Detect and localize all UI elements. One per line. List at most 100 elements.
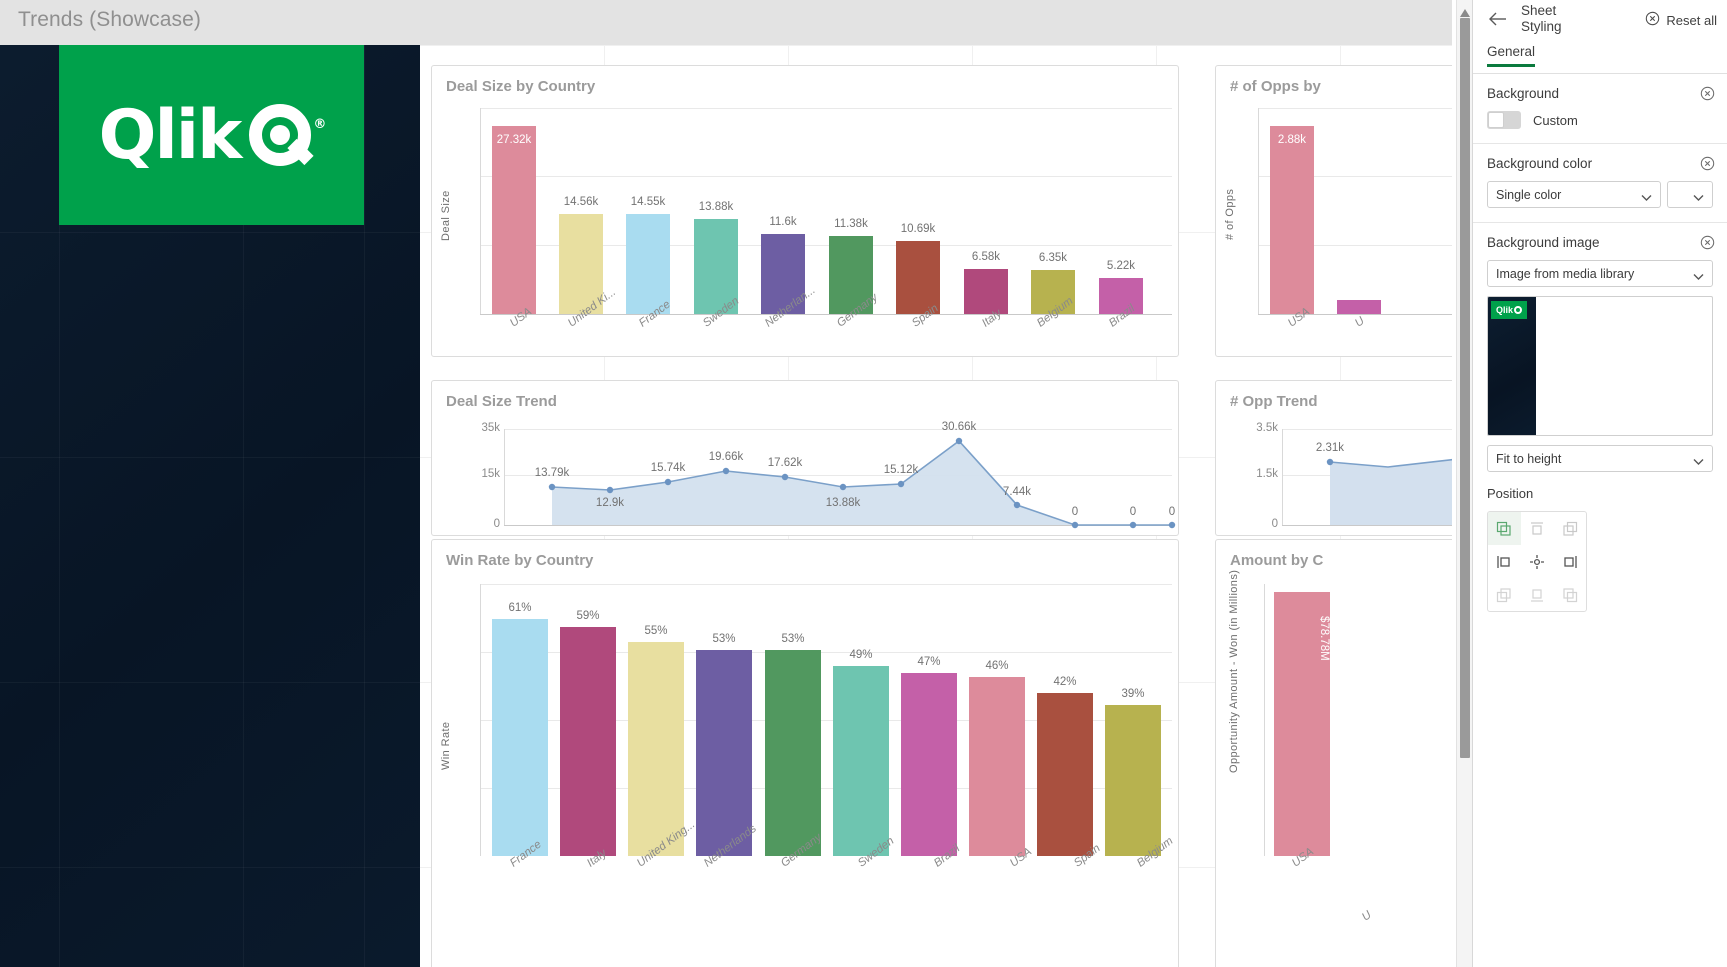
- bar-brazil[interactable]: [901, 673, 957, 856]
- bar-italy[interactable]: [560, 627, 616, 856]
- position-bottom-left[interactable]: [1488, 578, 1521, 611]
- bar-usa[interactable]: [969, 677, 1025, 856]
- point-value-label: 15.12k: [883, 464, 919, 476]
- point-value-label: 12.9k: [595, 497, 625, 509]
- bar-netherlands[interactable]: [696, 650, 752, 856]
- plot-area: 35k 15k 0 13.79k 12.9k 15.74k 19.66k 17.…: [480, 421, 1175, 530]
- sheet-title-bar: Trends (Showcase): [0, 0, 1452, 45]
- background-image-size-value: Fit to height: [1496, 451, 1562, 466]
- chevron-down-icon: [1641, 191, 1652, 205]
- bar-value-label: 59%: [576, 610, 600, 622]
- position-top-left[interactable]: [1488, 512, 1521, 545]
- bar-usa[interactable]: [492, 126, 536, 314]
- plot-area: 61% 59% 55% 53% 53% 49% 47% 46% 42% 39% …: [480, 584, 1175, 870]
- reset-background-icon[interactable]: [1700, 86, 1715, 101]
- section-background-color: Background color Single color: [1473, 144, 1727, 223]
- scrollbar-thumb[interactable]: [1460, 18, 1470, 758]
- background-image-preview[interactable]: Qlik: [1487, 296, 1713, 436]
- tab-general-label: General: [1487, 44, 1536, 59]
- sheet-background-image: Qlik ®: [0, 45, 420, 967]
- background-image-source-value: Image from media library: [1496, 266, 1635, 281]
- preview-logo-text: Qlik: [1495, 305, 1513, 315]
- chart-deal-size-by-country[interactable]: Deal Size by Country Deal Size 27.32k 14…: [431, 65, 1179, 357]
- background-image-size-select[interactable]: Fit to height: [1487, 445, 1713, 472]
- back-arrow-icon[interactable]: [1487, 8, 1509, 30]
- position-bottom-right[interactable]: [1553, 578, 1586, 611]
- qlik-logo: Qlik ®: [59, 45, 364, 225]
- chart-title: # of Opps by: [1230, 78, 1321, 95]
- chart-num-opps-by-country[interactable]: # of Opps by # of Opps 2.88k USA U: [1215, 65, 1452, 357]
- bar-italy[interactable]: [964, 269, 1008, 314]
- x-axis-label: U: [1360, 908, 1374, 924]
- section-background-label: Background: [1487, 86, 1560, 101]
- reset-all-button[interactable]: Reset all: [1645, 11, 1717, 29]
- section-background-image: Background image Image from media librar…: [1473, 223, 1727, 626]
- image-position-grid: [1487, 511, 1587, 612]
- section-background: Background Custom: [1473, 74, 1727, 144]
- position-top-right[interactable]: [1553, 512, 1586, 545]
- position-label: Position: [1487, 486, 1534, 501]
- bar-spain[interactable]: [1037, 693, 1093, 856]
- position-center[interactable]: [1521, 545, 1554, 578]
- point-value-label: 2.31k: [1315, 442, 1345, 454]
- bar-value-label: 11.38k: [834, 218, 868, 230]
- position-middle-right[interactable]: [1553, 545, 1586, 578]
- position-bottom-center[interactable]: [1521, 578, 1554, 611]
- chart-title: Deal Size Trend: [446, 393, 557, 410]
- bar-value-label: 11.6k: [769, 216, 797, 228]
- bar-value-label: $78.78M: [1318, 615, 1330, 661]
- bar-value-label: 27.32k: [496, 134, 532, 146]
- x-axis-label: U: [1353, 314, 1367, 330]
- chart-win-rate-by-country[interactable]: Win Rate by Country Win Rate 61% 59% 55%…: [431, 539, 1179, 967]
- background-color-swatch-select[interactable]: [1667, 181, 1713, 208]
- chart-deal-size-trend[interactable]: Deal Size Trend 35k 15k 0 13.79k 12.9k 1…: [431, 380, 1179, 536]
- reset-background-image-icon[interactable]: [1700, 235, 1715, 250]
- plot-area: 27.32k 14.56k 14.55k 13.88k 11.6k 11.38k…: [480, 108, 1172, 330]
- bar-usa[interactable]: [1270, 126, 1314, 314]
- bar-united-kingdom[interactable]: [628, 642, 684, 856]
- background-image-source-select[interactable]: Image from media library: [1487, 260, 1713, 287]
- bar-value-label: 14.55k: [630, 196, 666, 208]
- panel-title: Sheet Styling: [1521, 3, 1611, 35]
- point-value-label: 13.79k: [534, 467, 570, 479]
- section-background-color-label: Background color: [1487, 156, 1593, 171]
- bar-value-label: 53%: [781, 633, 805, 645]
- position-middle-left[interactable]: [1488, 545, 1521, 578]
- plot-area: 3.5k 1.5k 0 2.31k: [1256, 422, 1452, 530]
- page-title: Trends (Showcase): [18, 8, 201, 31]
- qlik-logo-text: Qlik: [98, 95, 243, 175]
- y-axis-title: Deal Size: [440, 190, 452, 241]
- reset-background-color-icon[interactable]: [1700, 156, 1715, 171]
- bar-sweden[interactable]: [833, 666, 889, 856]
- point-value-label: 17.62k: [767, 457, 803, 469]
- bar-value-label: 6.58k: [971, 251, 1001, 263]
- bar-value-label: 39%: [1121, 688, 1145, 700]
- bar-value-label: 6.35k: [1038, 252, 1068, 264]
- chart-amount-by-country[interactable]: Amount by C Opportunity Amount - Won (in…: [1215, 539, 1452, 967]
- position-top-center[interactable]: [1521, 512, 1554, 545]
- background-color-mode-select[interactable]: Single color: [1487, 181, 1661, 208]
- chart-num-opp-trend[interactable]: # Opp Trend 3.5k 1.5k 0 2.31k: [1215, 380, 1452, 536]
- y-axis-title: # of Opps: [1224, 188, 1236, 240]
- bar-belgium[interactable]: [1105, 705, 1161, 856]
- sheet-canvas: Qlik ® Deal Size by Country Deal Size 27…: [0, 45, 1452, 967]
- chevron-down-icon: [1693, 455, 1704, 469]
- bar-value-label: 42%: [1053, 676, 1077, 688]
- bar-value-label: 13.88k: [698, 201, 734, 213]
- custom-background-toggle[interactable]: [1487, 111, 1521, 129]
- section-background-image-label: Background image: [1487, 235, 1600, 250]
- tab-general[interactable]: General: [1487, 44, 1536, 67]
- vertical-scrollbar[interactable]: [1456, 0, 1472, 967]
- plot-area: 2.88k USA U: [1258, 108, 1452, 330]
- bar-value-label: 53%: [712, 633, 736, 645]
- chevron-down-icon: [1693, 270, 1704, 284]
- preview-image: Qlik: [1488, 297, 1536, 435]
- bar-second[interactable]: [1337, 300, 1381, 314]
- y-axis-title: Opportunity Amount - Won (in Millions): [1228, 569, 1240, 773]
- bar-france[interactable]: [492, 619, 548, 856]
- bar-germany[interactable]: [765, 650, 821, 856]
- point-value-label: 7.44k: [1002, 486, 1032, 498]
- panel-tabs: General: [1473, 44, 1727, 74]
- chart-title: Deal Size by Country: [446, 78, 596, 95]
- toggle-knob: [1488, 112, 1504, 128]
